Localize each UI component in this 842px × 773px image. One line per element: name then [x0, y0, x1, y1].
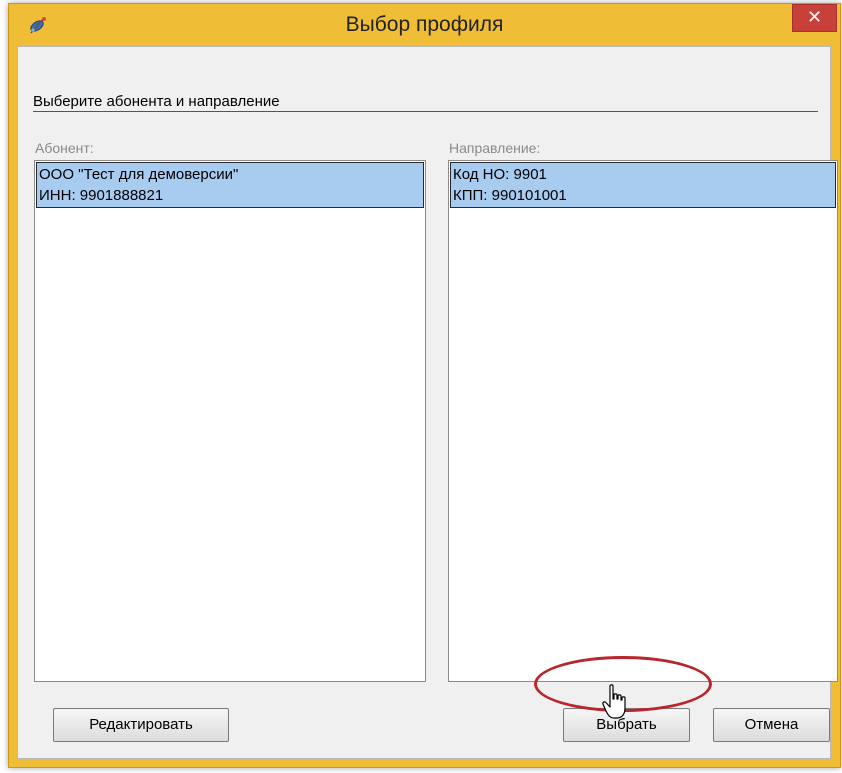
kpp-code: КПП: 990101001: [453, 187, 567, 204]
direction-label: Направление:: [449, 140, 541, 156]
cancel-button[interactable]: Отмена: [713, 708, 830, 742]
edit-button[interactable]: Редактировать: [53, 708, 229, 742]
group-title: Выберите абонента и направление: [33, 93, 280, 110]
direction-list-item[interactable]: Код НО: 9901 КПП: 990101001: [450, 162, 836, 208]
profile-dialog: Выбор профиля ✕ Выберите абонента и напр…: [8, 3, 841, 768]
subscriber-name: ООО "Тест для демоверсии": [39, 166, 239, 183]
subscriber-label: Абонент:: [35, 140, 94, 156]
title-bar[interactable]: Выбор профиля ✕: [9, 4, 840, 46]
direction-list[interactable]: Код НО: 9901 КПП: 990101001: [448, 160, 838, 682]
close-icon: ✕: [806, 7, 823, 27]
subscriber-list[interactable]: ООО "Тест для демоверсии" ИНН: 990188882…: [34, 160, 426, 682]
close-button[interactable]: ✕: [792, 4, 837, 32]
subscriber-inn: ИНН: 9901888821: [39, 187, 164, 204]
subscriber-list-item[interactable]: ООО "Тест для демоверсии" ИНН: 990188882…: [36, 162, 424, 208]
tax-office-code: Код НО: 9901: [453, 166, 547, 183]
dialog-body: Выберите абонента и направление Абонент:…: [17, 46, 838, 759]
window-title: Выбор профиля: [345, 13, 504, 36]
group-divider: [33, 111, 818, 112]
hand-pointer-icon: [602, 684, 626, 719]
